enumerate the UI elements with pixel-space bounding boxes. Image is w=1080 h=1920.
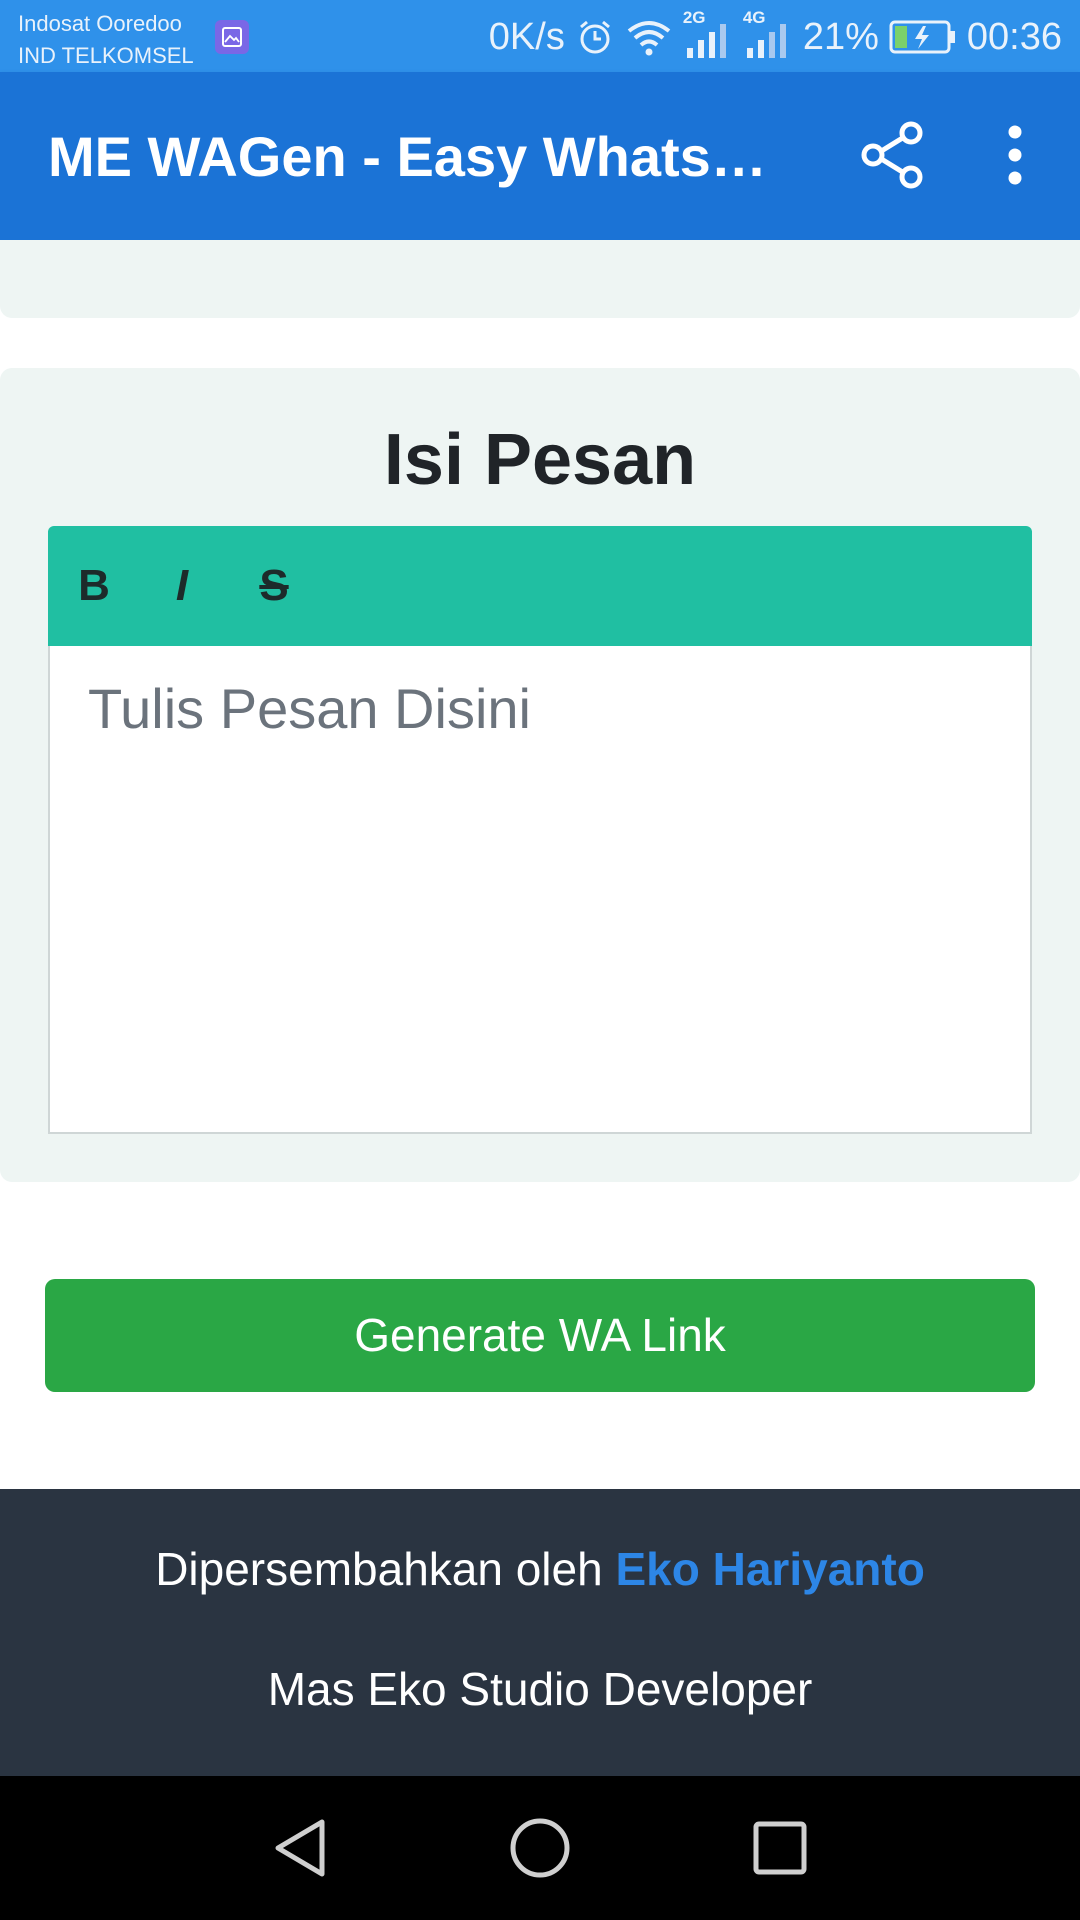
- more-options-button[interactable]: [990, 118, 1040, 192]
- generate-wa-link-button[interactable]: Generate WA Link: [45, 1279, 1035, 1392]
- footer-studio: Mas Eko Studio Developer: [267, 1663, 813, 1715]
- footer: Dipersembahkan oleh Eko Hariyanto Mas Ek…: [0, 1489, 1080, 1776]
- recents-button[interactable]: [744, 1812, 816, 1884]
- footer-credit: Dipersembahkan oleh Eko Hariyanto: [0, 1541, 1080, 1597]
- wifi-icon: [627, 21, 671, 56]
- share-button[interactable]: [855, 118, 929, 192]
- author-link[interactable]: Eko Hariyanto: [615, 1543, 924, 1595]
- back-icon: [275, 1819, 325, 1877]
- recents-icon: [753, 1821, 807, 1875]
- signal-icon: [746, 24, 786, 58]
- message-editor[interactable]: Tulis Pesan Disini: [48, 646, 1032, 1134]
- image-notification-icon: [215, 20, 249, 54]
- home-button[interactable]: [504, 1812, 576, 1884]
- editor-placeholder: Tulis Pesan Disini: [88, 677, 531, 740]
- signal-2: 4G: [743, 8, 793, 60]
- app-bar: ME WAGen - Easy WhatsApp Link Generator: [0, 72, 1080, 240]
- system-nav-bar: [0, 1776, 1080, 1920]
- carrier-info: Indosat Ooredoo IND TELKOMSEL: [18, 8, 194, 72]
- footer-credit-prefix: Dipersembahkan oleh: [155, 1543, 616, 1595]
- signal-1: 2G: [683, 8, 733, 60]
- status-icons: 0K/s 2G 4G 21% 00:36: [488, 8, 1062, 62]
- net-speed: 0K/s: [488, 15, 565, 58]
- previous-card: [0, 240, 1080, 318]
- format-toolbar: B I S: [48, 526, 1032, 646]
- battery-charging-icon: [889, 20, 955, 54]
- carrier-2: IND TELKOMSEL: [18, 43, 194, 68]
- clock: 00:36: [966, 15, 1062, 58]
- battery-level: 21%: [802, 15, 879, 58]
- strikethrough-button[interactable]: S: [244, 556, 304, 616]
- alarm-icon: [579, 20, 610, 54]
- status-bar: Indosat Ooredoo IND TELKOMSEL 0K/s 2G 4G…: [0, 0, 1080, 72]
- message-section-title: Isi Pesan: [383, 420, 697, 500]
- home-icon: [510, 1818, 570, 1878]
- more-vert-icon: [1008, 125, 1022, 185]
- bold-button[interactable]: B: [64, 556, 124, 616]
- back-button[interactable]: [264, 1812, 336, 1884]
- share-icon: [861, 121, 923, 189]
- italic-button[interactable]: I: [152, 556, 212, 616]
- carrier-1: Indosat Ooredoo: [18, 11, 182, 36]
- signal-icon: [686, 24, 726, 58]
- app-title: ME WAGen - Easy WhatsApp Link Generator: [48, 125, 788, 188]
